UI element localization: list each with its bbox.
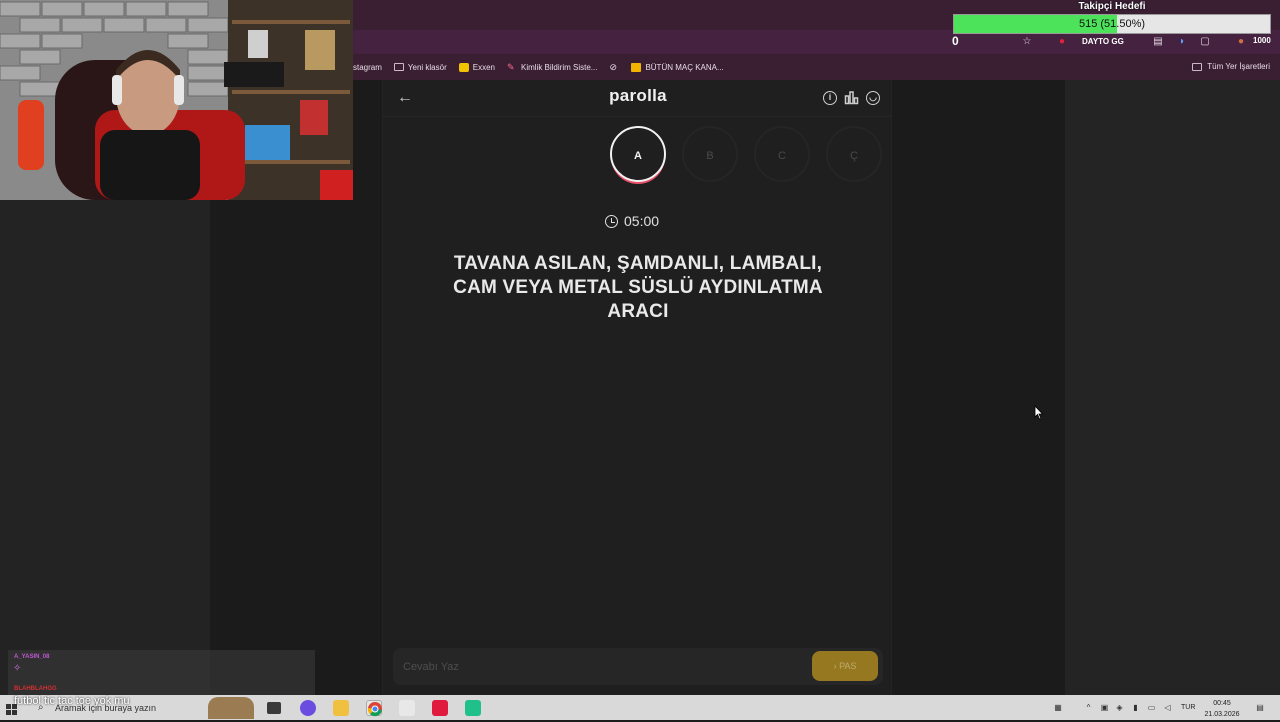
letter-c-cedilla: Ç <box>826 126 882 182</box>
extension-blue-icon[interactable]: ◗ <box>1176 36 1188 48</box>
keyboard-icon[interactable]: ▦ <box>1051 703 1065 712</box>
bookmark-instagram[interactable]: stagram <box>353 63 382 72</box>
follower-goal-progress: 515 (51.50%) <box>1078 18 1146 30</box>
bookmark-label: stagram <box>353 62 382 72</box>
folder-icon <box>393 63 404 71</box>
clock-date: 21.03.2026 <box>1204 711 1240 718</box>
bookmarks-bar: stagram Yeni klasör Exxen ✎ Kimlik Bildir… <box>353 54 1280 80</box>
question-text: TAVANA ASILAN, ŞAMDANLI, LAMBALI, CAM VE… <box>453 253 823 322</box>
follower-goal-bar: 515 (51.50%) <box>953 14 1271 34</box>
profile-icon[interactable]: ◡ <box>866 91 880 105</box>
all-bookmarks-label: Tüm Yer İşaretleri <box>1207 62 1270 71</box>
chat-username: A_YASIN_08 <box>14 654 50 660</box>
letter-a: A <box>610 126 666 182</box>
letter-c: C <box>754 126 810 182</box>
answer-bar: › PAS <box>393 648 883 685</box>
bookmark-label: Exxen <box>472 62 495 72</box>
chrome-icon[interactable] <box>366 700 382 717</box>
bookmark-label: Kimlik Bildirim Siste... <box>520 62 598 72</box>
avatar[interactable]: ● <box>1235 36 1247 48</box>
webcam-image <box>0 0 353 200</box>
notification-icon[interactable]: ▤ <box>1254 703 1266 712</box>
back-arrow-icon[interactable]: ← <box>397 89 413 107</box>
pen-icon: ✎ <box>506 61 515 72</box>
follower-goal-title: Takipçi Hedefi <box>1078 1 1146 12</box>
copilot-icon[interactable] <box>300 700 316 716</box>
pass-label: PAS <box>839 661 857 671</box>
puzzle-icon[interactable]: ▢ <box>1199 36 1211 48</box>
exxen-icon <box>458 62 469 72</box>
timer-value: 05:00 <box>624 213 660 229</box>
right-background <box>1065 80 1280 695</box>
globe-icon: ⊘ <box>609 61 617 72</box>
extension-label[interactable]: DAYTO GG <box>1082 37 1124 46</box>
bookmark-label: BÜTÜN MAÇ KANA... <box>645 62 724 72</box>
left-background <box>0 200 210 695</box>
pass-button[interactable]: › PAS <box>812 651 878 681</box>
extension-icon[interactable]: ▤ <box>1152 36 1164 48</box>
bookmark-kimlik[interactable]: ✎ Kimlik Bildirim Siste... <box>506 61 598 72</box>
file-explorer-icon[interactable] <box>333 700 349 716</box>
follower-goal-start: 0 <box>952 34 959 48</box>
follower-goal-end: 1000 <box>1253 36 1271 45</box>
chat-emote-icon: ✧ <box>13 663 22 674</box>
all-bookmarks[interactable]: Tüm Yer İşaretleri <box>1192 62 1270 71</box>
info-icon[interactable]: i <box>823 91 837 105</box>
notepad-icon[interactable] <box>399 700 415 716</box>
mouse-cursor-icon <box>1034 405 1044 420</box>
timer: 05:00 <box>605 213 659 229</box>
network-icon[interactable]: ▭ <box>1147 703 1156 712</box>
extension-red-icon[interactable]: ● <box>1056 36 1068 48</box>
app-green-icon[interactable] <box>465 700 481 716</box>
taskbar-widget-image[interactable] <box>208 697 254 719</box>
bookmark-globe[interactable]: ⊘ <box>609 61 619 72</box>
answer-input[interactable] <box>393 648 803 685</box>
header-divider <box>382 116 892 117</box>
letter-b: B <box>682 126 738 182</box>
webcam-overlay <box>0 0 353 200</box>
volume-icon[interactable]: ◁ <box>1163 703 1172 712</box>
chat-username: BLAHBLAHGG <box>14 686 57 692</box>
bookmark-exxen[interactable]: Exxen <box>458 62 495 72</box>
star-icon[interactable]: ☆ <box>1021 36 1033 48</box>
bookmark-label: Yeni klasör <box>407 62 447 72</box>
folder-icon <box>1192 62 1203 71</box>
language-indicator[interactable]: TUR <box>1181 704 1195 711</box>
clock-icon <box>605 214 618 228</box>
jp-icon <box>631 62 642 72</box>
task-view-icon[interactable] <box>267 702 281 714</box>
stats-icon[interactable] <box>844 90 859 105</box>
tray-app-icon[interactable]: ▣ <box>1100 703 1109 712</box>
chevron-up-icon[interactable]: ^ <box>1084 703 1093 712</box>
app-red-icon[interactable] <box>432 700 448 716</box>
bookmark-mac-kana[interactable]: BÜTÜN MAÇ KANA... <box>631 62 724 72</box>
tray-shield-icon[interactable]: ◈ <box>1115 703 1124 712</box>
clock-time: 00:45 <box>1213 700 1231 707</box>
chat-message: futbol tic tac toe yok mu <box>14 695 130 707</box>
clock[interactable]: 00:45 21.03.2026 <box>1202 698 1242 720</box>
app-logo[interactable]: parolla <box>560 86 716 106</box>
chevron-right-icon: › <box>833 661 837 671</box>
microphone-icon[interactable]: ▮ <box>1131 703 1140 712</box>
bookmark-yeni-klasor[interactable]: Yeni klasör <box>393 62 447 72</box>
